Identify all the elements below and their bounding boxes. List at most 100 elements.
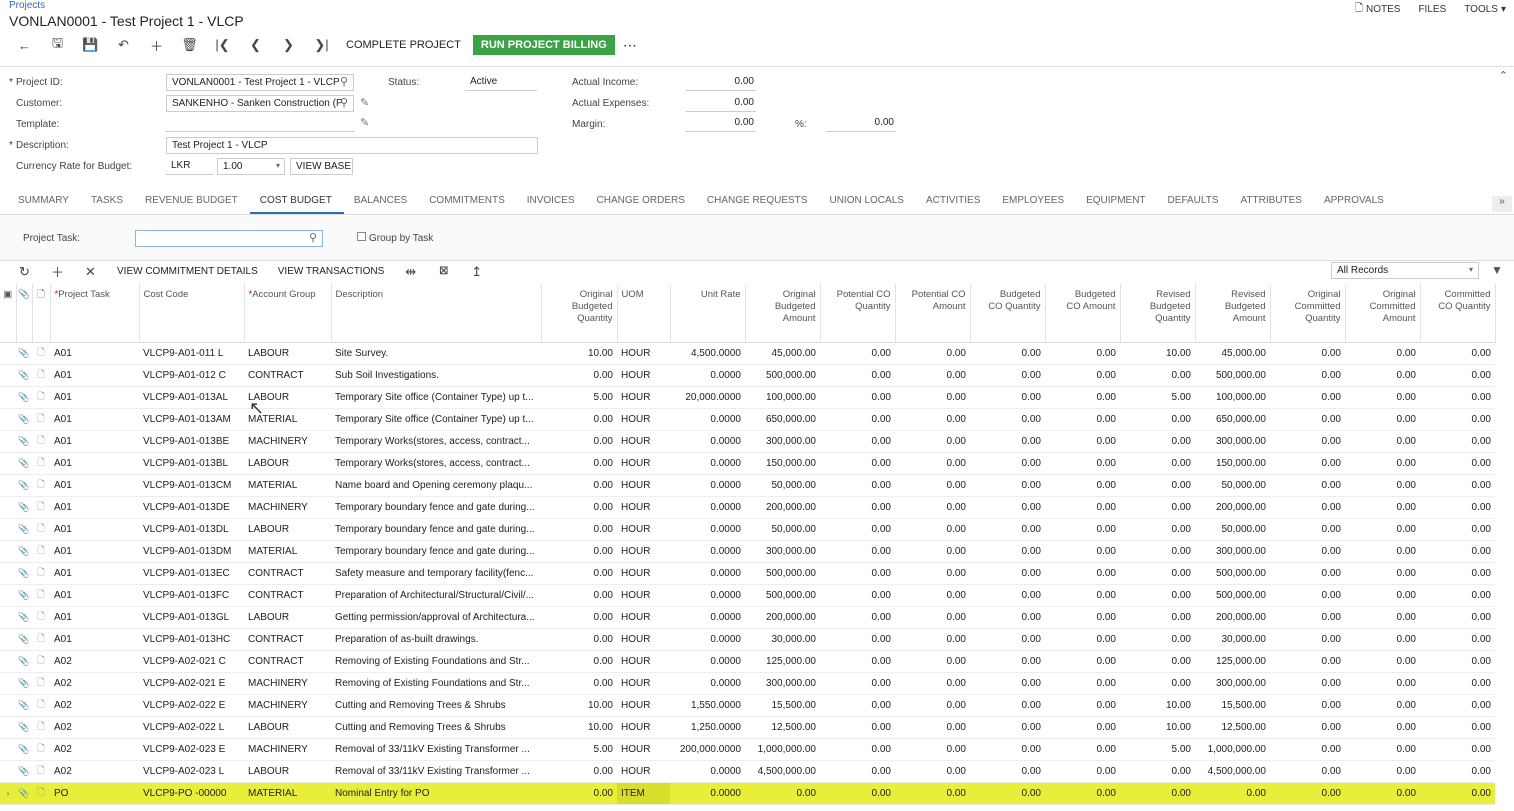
cell-revised-budget-amount[interactable]: 125,000.00 (1195, 650, 1270, 673)
cell-orig-budget-qty[interactable]: 0.00 (541, 364, 617, 387)
prev-record-icon[interactable]: ❮ (239, 35, 272, 55)
cell-committed-co-qty[interactable]: 0.00 (1420, 342, 1495, 365)
cell-committed-co-qty[interactable]: 0.00 (1420, 606, 1495, 629)
cell-orig-committed-amount[interactable]: 0.00 (1345, 738, 1420, 761)
cell-uom[interactable]: ITEM (617, 782, 670, 805)
cell-orig-budget-amount[interactable]: 300,000.00 (745, 430, 820, 453)
cell-potential-co-qty[interactable]: 0.00 (820, 672, 895, 695)
cell-budgeted-co-qty[interactable]: 0.00 (970, 364, 1045, 387)
cell-unit-rate[interactable]: 0.0000 (670, 606, 745, 629)
cell-committed-co-qty[interactable]: 0.00 (1420, 760, 1495, 783)
cell-revised-budget-qty[interactable]: 0.00 (1120, 474, 1195, 497)
cell-project-task[interactable]: A01 (50, 496, 139, 519)
note-icon[interactable]: 🗋 (32, 782, 50, 805)
row-select-header[interactable]: ▣ (0, 284, 17, 343)
cell-unit-rate[interactable]: 0.0000 (670, 452, 745, 475)
cell-revised-budget-amount[interactable]: 650,000.00 (1195, 408, 1270, 431)
cell-account-group[interactable]: LABOUR (244, 716, 331, 739)
cell-potential-co-qty[interactable]: 0.00 (820, 386, 895, 409)
cell-orig-committed-amount[interactable]: 0.00 (1345, 496, 1420, 519)
cell-orig-budget-amount[interactable]: 500,000.00 (745, 562, 820, 585)
cell-budgeted-co-amount[interactable]: 0.00 (1045, 430, 1120, 453)
cell-orig-budget-amount[interactable]: 12,500.00 (745, 716, 820, 739)
table-row[interactable]: 📎 🗋 A01 VLCP9-A01-013EC CONTRACT Safety measu… (0, 562, 1495, 585)
cell-orig-budget-amount[interactable]: 50,000.00 (745, 518, 820, 541)
col-uom[interactable]: UOM (617, 284, 671, 343)
note-icon[interactable]: 🗋 (32, 716, 50, 739)
cell-revised-budget-qty[interactable]: 0.00 (1120, 760, 1195, 783)
cell-potential-co-qty[interactable]: 0.00 (820, 650, 895, 673)
cell-potential-co-qty[interactable]: 0.00 (820, 694, 895, 717)
cell-unit-rate[interactable]: 0.0000 (670, 540, 745, 563)
note-icon[interactable]: 🗋 (32, 496, 50, 519)
row-indicator[interactable] (0, 430, 16, 453)
cell-budgeted-co-amount[interactable]: 0.00 (1045, 562, 1120, 585)
cell-account-group[interactable]: MATERIAL (244, 782, 331, 805)
cell-potential-co-amount[interactable]: 0.00 (895, 606, 970, 629)
col-committed-co-qty[interactable]: Committed CO Quantity (1420, 284, 1496, 343)
row-indicator[interactable] (0, 364, 16, 387)
cell-orig-committed-amount[interactable]: 0.00 (1345, 364, 1420, 387)
cell-budgeted-co-amount[interactable]: 0.00 (1045, 672, 1120, 695)
cell-orig-committed-qty[interactable]: 0.00 (1270, 342, 1345, 365)
row-indicator[interactable]: › (0, 782, 16, 805)
attachment-icon[interactable]: 📎 (16, 694, 32, 717)
cell-uom[interactable]: HOUR (617, 672, 670, 695)
cell-orig-budget-amount[interactable]: 300,000.00 (745, 540, 820, 563)
cell-orig-committed-qty[interactable]: 0.00 (1270, 518, 1345, 541)
filter-icon[interactable]: ▼ (1491, 263, 1503, 277)
cell-budgeted-co-qty[interactable]: 0.00 (970, 606, 1045, 629)
col-orig-budget-amount[interactable]: Original Budgeted Amount (745, 284, 821, 343)
tab-change-requests[interactable]: CHANGE REQUESTS (697, 190, 820, 214)
cell-potential-co-amount[interactable]: 0.00 (895, 716, 970, 739)
cell-unit-rate[interactable]: 0.0000 (670, 760, 745, 783)
cell-account-group[interactable]: MATERIAL (244, 540, 331, 563)
cell-budgeted-co-qty[interactable]: 0.00 (970, 782, 1045, 805)
cell-committed-co-qty[interactable]: 0.00 (1420, 408, 1495, 431)
table-row[interactable]: 📎 🗋 A01 VLCP9-A01-013DL LABOUR Temporary boun… (0, 518, 1495, 541)
cell-potential-co-amount[interactable]: 0.00 (895, 540, 970, 563)
cell-revised-budget-qty[interactable]: 10.00 (1120, 694, 1195, 717)
cell-orig-budget-qty[interactable]: 0.00 (541, 540, 617, 563)
cell-orig-budget-amount[interactable]: 150,000.00 (745, 452, 820, 475)
table-row[interactable]: 📎 🗋 A02 VLCP9-A02-021 C CONTRACT Removing of … (0, 650, 1495, 673)
edit-icon[interactable]: ✎ (360, 116, 369, 129)
note-icon[interactable]: 🗋 (32, 606, 50, 629)
attachment-icon[interactable]: 📎 (16, 540, 32, 563)
attachment-icon[interactable]: 📎 (16, 672, 32, 695)
cell-orig-committed-qty[interactable]: 0.00 (1270, 430, 1345, 453)
note-icon[interactable]: 🗋 (32, 540, 50, 563)
cell-budgeted-co-qty[interactable]: 0.00 (970, 474, 1045, 497)
cell-orig-committed-amount[interactable]: 0.00 (1345, 606, 1420, 629)
cell-project-task[interactable]: A01 (50, 518, 139, 541)
cell-potential-co-amount[interactable]: 0.00 (895, 518, 970, 541)
cell-potential-co-qty[interactable]: 0.00 (820, 606, 895, 629)
cell-orig-committed-amount[interactable]: 0.00 (1345, 452, 1420, 475)
export-excel-icon[interactable]: ☒ (427, 266, 460, 277)
cell-project-task[interactable]: PO (50, 782, 139, 805)
table-row[interactable]: 📎 🗋 A01 VLCP9-A01-013GL LABOUR Getting permis… (0, 606, 1495, 629)
cell-unit-rate[interactable]: 0.0000 (670, 672, 745, 695)
cell-project-task[interactable]: A02 (50, 694, 139, 717)
attachment-icon[interactable]: 📎 (16, 562, 32, 585)
cell-cost-code[interactable]: VLCP9-A01-013CM (139, 474, 244, 497)
tab-union-locals[interactable]: UNION LOCALS (819, 190, 915, 214)
view-transactions-button[interactable]: VIEW TRANSACTIONS (268, 266, 395, 277)
cell-orig-budget-qty[interactable]: 10.00 (541, 716, 617, 739)
cell-revised-budget-qty[interactable]: 10.00 (1120, 342, 1195, 365)
cell-potential-co-qty[interactable]: 0.00 (820, 562, 895, 585)
cell-orig-budget-amount[interactable]: 125,000.00 (745, 650, 820, 673)
cell-potential-co-amount[interactable]: 0.00 (895, 584, 970, 607)
cell-unit-rate[interactable]: 200,000.0000 (670, 738, 745, 761)
cell-orig-budget-qty[interactable]: 0.00 (541, 408, 617, 431)
cell-uom[interactable]: HOUR (617, 738, 670, 761)
cell-orig-committed-qty[interactable]: 0.00 (1270, 760, 1345, 783)
cell-revised-budget-qty[interactable]: 0.00 (1120, 364, 1195, 387)
search-icon[interactable]: ⚲ (340, 96, 348, 109)
cell-budgeted-co-qty[interactable]: 0.00 (970, 430, 1045, 453)
cell-committed-co-qty[interactable]: 0.00 (1420, 738, 1495, 761)
cell-project-task[interactable]: A02 (50, 738, 139, 761)
cell-orig-committed-qty[interactable]: 0.00 (1270, 650, 1345, 673)
cell-revised-budget-amount[interactable]: 45,000.00 (1195, 342, 1270, 365)
undo-icon[interactable]: ↶ (107, 35, 140, 55)
